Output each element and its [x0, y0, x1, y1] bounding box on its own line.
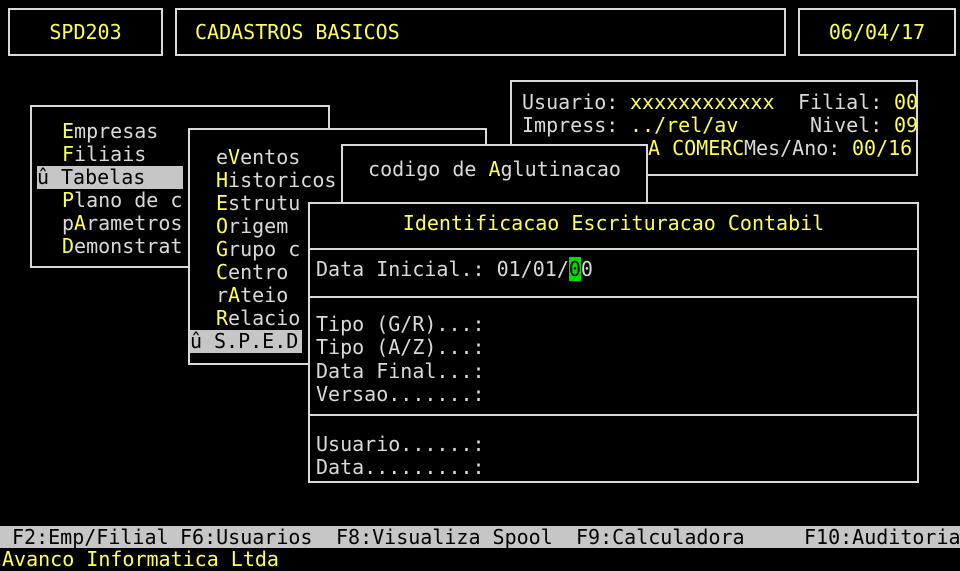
menu-item-grupo[interactable]: Grupo c: [192, 238, 300, 261]
field-tipo-az[interactable]: Tipo (A/Z)...:: [316, 336, 485, 359]
menu-item-relaciona[interactable]: Relacio: [192, 307, 300, 330]
menu-item-demonstrativos[interactable]: Demonstrat: [38, 235, 182, 258]
menu-item-centro[interactable]: Centro: [192, 261, 288, 284]
fkey-f2-emp-filial[interactable]: F2:Emp/Filial: [12, 526, 169, 548]
date-box: 06/04/17: [798, 8, 956, 56]
menu-item-historicos[interactable]: Historicos: [192, 169, 336, 192]
dialog-divider: [310, 248, 917, 250]
session-impress-label: Impress:: [522, 114, 630, 137]
menu-item-origem[interactable]: Origem: [192, 215, 288, 238]
session-company-name: A COMERC: [648, 137, 744, 160]
session-impress-value: ../rel/av: [630, 114, 738, 137]
field-data-inicial[interactable]: Data Inicial.: 01/01/00: [316, 258, 593, 281]
fkey-f9-calculadora[interactable]: F9:Calculadora: [576, 526, 745, 548]
field-data-final[interactable]: Data Final...:: [316, 360, 485, 383]
dialog-divider: [310, 414, 917, 416]
fkey-f6-usuarios[interactable]: F6:Usuarios: [180, 526, 312, 548]
session-usuario-label: Usuario:: [522, 91, 630, 114]
module-title-box: CADASTROS BASICOS: [175, 8, 786, 56]
menu-item-estrutura[interactable]: Estrutu: [192, 192, 300, 215]
menu-item-empresas[interactable]: Empresas: [38, 120, 158, 143]
field-usuario: Usuario......:: [316, 433, 485, 456]
fkey-f10-auditoria[interactable]: F10:Auditoria: [804, 526, 960, 548]
session-filial-label: Filial:: [798, 91, 894, 114]
text-cursor[interactable]: 0: [569, 257, 581, 281]
fkey-f8-visualiza-spool[interactable]: F8:Visualiza Spool: [336, 526, 553, 548]
session-mesano-label: Mes/Ano:: [744, 137, 852, 160]
selected-marker-icon: û: [37, 166, 61, 189]
field-tipo-gr[interactable]: Tipo (G/R)...:: [316, 313, 485, 336]
field-data-inicial-value[interactable]: 01/01/: [497, 257, 569, 281]
program-code-box: SPD203: [8, 8, 163, 56]
terminal-screen: SPD203 CADASTROS BASICOS 06/04/17 Empres…: [0, 0, 960, 571]
menu-item-sped-selected[interactable]: ûS.P.E.D: [190, 330, 302, 353]
submenu-item-codigo-aglutinacao[interactable]: codigo de Aglutinacao: [343, 158, 646, 181]
selected-marker-icon: û: [190, 330, 214, 353]
menu-item-rateio[interactable]: rAteio: [192, 284, 288, 307]
session-nivel-label: Nivel:: [810, 114, 894, 137]
dialog-divider: [310, 296, 917, 298]
field-versao[interactable]: Versao.......:: [316, 383, 485, 406]
function-key-bar: F2:Emp/Filial F6:Usuarios F8:Visualiza S…: [0, 526, 960, 548]
session-nivel-value: 09: [894, 114, 918, 137]
current-date: 06/04/17: [829, 20, 925, 44]
field-data: Data.........:: [316, 456, 485, 479]
dialog-escrituracao-window: Identificacao Escrituracao Contabil Data…: [308, 202, 919, 483]
module-title: CADASTROS BASICOS: [195, 20, 400, 44]
session-filial-value: 00: [894, 91, 918, 114]
menu-item-eventos[interactable]: eVentos: [192, 146, 300, 169]
program-code: SPD203: [49, 20, 121, 44]
vendor-name: Avanco Informatica Ltda: [2, 548, 279, 571]
menu-item-plano-de-contas[interactable]: Plano de c: [38, 189, 182, 212]
field-data-inicial-label: Data Inicial.:: [316, 257, 485, 281]
menu-item-parametros[interactable]: pArametros: [38, 212, 182, 235]
dialog-title: Identificacao Escrituracao Contabil: [310, 212, 917, 235]
session-mesano-value: 00/16: [852, 137, 912, 160]
menu-item-tabelas-selected[interactable]: ûTabelas: [37, 166, 183, 189]
session-usuario-value: xxxxxxxxxxxx: [630, 91, 775, 114]
submenu-aglutinacao-window: codigo de Aglutinacao: [341, 144, 648, 208]
menu-item-filiais[interactable]: Filiais: [38, 143, 146, 166]
